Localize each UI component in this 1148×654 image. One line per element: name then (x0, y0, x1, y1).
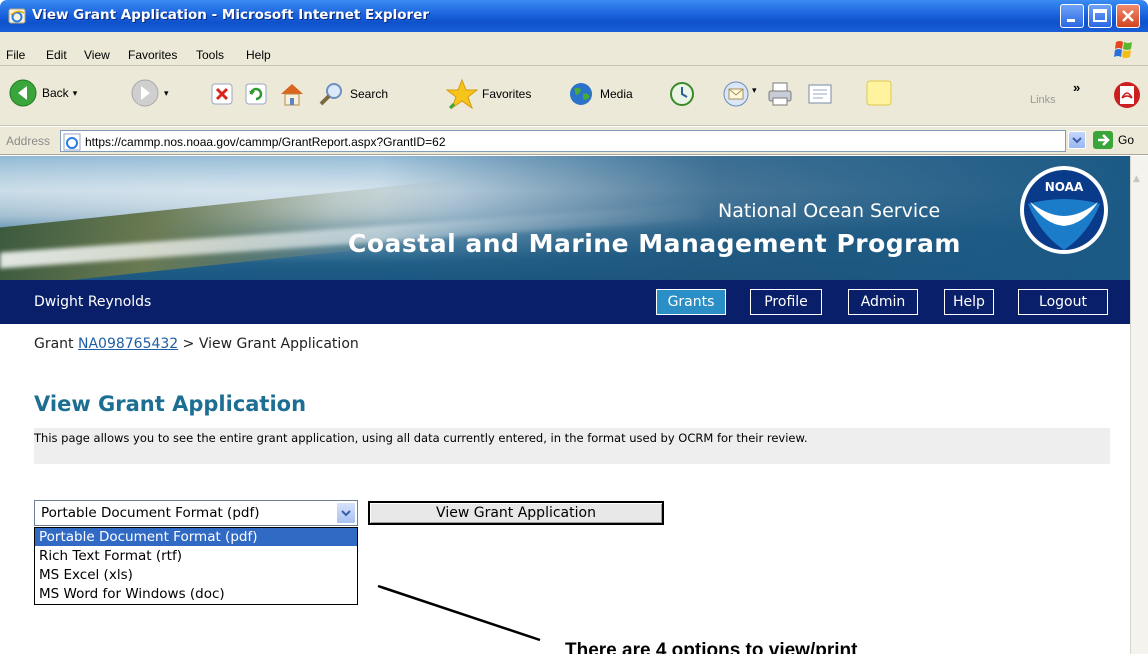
mail-icon[interactable] (722, 80, 750, 108)
address-input[interactable]: https://cammp.nos.noaa.gov/cammp/GrantRe… (60, 130, 1066, 152)
forward-button[interactable]: ▾ (130, 78, 169, 108)
menu-tools[interactable]: Tools (196, 48, 224, 62)
menu-view[interactable]: View (84, 48, 110, 62)
menu-bar: File Edit View Favorites Tools Help (0, 32, 1148, 66)
favorites-label: Favorites (482, 87, 532, 101)
menu-help[interactable]: Help (246, 48, 271, 62)
windows-logo-icon (1108, 38, 1140, 62)
title-bar: View Grant Application - Microsoft Inter… (0, 0, 1148, 32)
go-arrow-icon (1093, 131, 1113, 149)
print-icon[interactable] (766, 80, 794, 108)
annotation-text: There are 4 options to view/print (565, 640, 858, 654)
stop-icon[interactable] (210, 82, 234, 106)
back-label: Back (42, 86, 69, 100)
links-label[interactable]: Links (1030, 94, 1056, 106)
toolbar-more-icon[interactable]: » (1073, 80, 1080, 95)
annotation-pointer-line (377, 584, 541, 642)
page-icon (63, 133, 81, 151)
refresh-icon[interactable] (244, 82, 268, 106)
edit-icon[interactable] (806, 80, 834, 108)
minimize-button[interactable] (1060, 4, 1084, 28)
back-dropdown-icon[interactable]: ▾ (73, 88, 78, 99)
note-icon[interactable] (864, 78, 894, 108)
go-label: Go (1118, 133, 1135, 147)
favorites-button[interactable]: Favorites (446, 78, 531, 110)
scroll-up-icon[interactable]: ▲ (1133, 174, 1140, 184)
menu-favorites[interactable]: Favorites (128, 48, 177, 62)
address-url: https://cammp.nos.noaa.gov/cammp/GrantRe… (85, 135, 446, 149)
media-label: Media (600, 87, 633, 101)
page-content: National Ocean Service Coastal and Marin… (0, 156, 1130, 654)
search-label: Search (350, 87, 389, 101)
back-arrow-icon (9, 79, 37, 107)
close-button[interactable] (1116, 4, 1140, 28)
close-icon (1122, 10, 1134, 22)
menu-file[interactable]: File (6, 48, 25, 62)
star-icon (446, 78, 478, 110)
maximize-button[interactable] (1088, 4, 1112, 28)
ie-logo-icon (8, 8, 26, 24)
home-icon[interactable] (278, 80, 306, 108)
mail-dropdown-icon[interactable]: ▾ (752, 86, 757, 96)
menu-edit[interactable]: Edit (46, 48, 67, 62)
maximize-icon (1093, 9, 1107, 22)
minimize-icon (1067, 19, 1075, 22)
vertical-scrollbar[interactable]: ▲ (1130, 156, 1148, 654)
chevron-down-icon (1072, 137, 1082, 144)
forward-arrow-icon (131, 79, 159, 107)
address-label: Address (6, 134, 51, 148)
back-button[interactable]: Back ▾ (8, 78, 77, 108)
history-icon[interactable] (668, 80, 696, 108)
media-globe-icon (570, 83, 592, 105)
window-title: View Grant Application - Microsoft Inter… (32, 7, 430, 23)
address-bar: Address https://cammp.nos.noaa.gov/cammp… (0, 127, 1148, 155)
search-icon (319, 83, 342, 106)
media-button[interactable]: Media (568, 80, 633, 108)
go-button[interactable]: Go (1092, 130, 1134, 150)
address-dropdown-button[interactable] (1068, 131, 1086, 149)
forward-dropdown-icon[interactable]: ▾ (164, 88, 169, 99)
search-button[interactable]: Search (318, 80, 388, 108)
browser-window: View Grant Application - Microsoft Inter… (0, 0, 1148, 654)
pdf-icon[interactable] (1112, 80, 1142, 110)
